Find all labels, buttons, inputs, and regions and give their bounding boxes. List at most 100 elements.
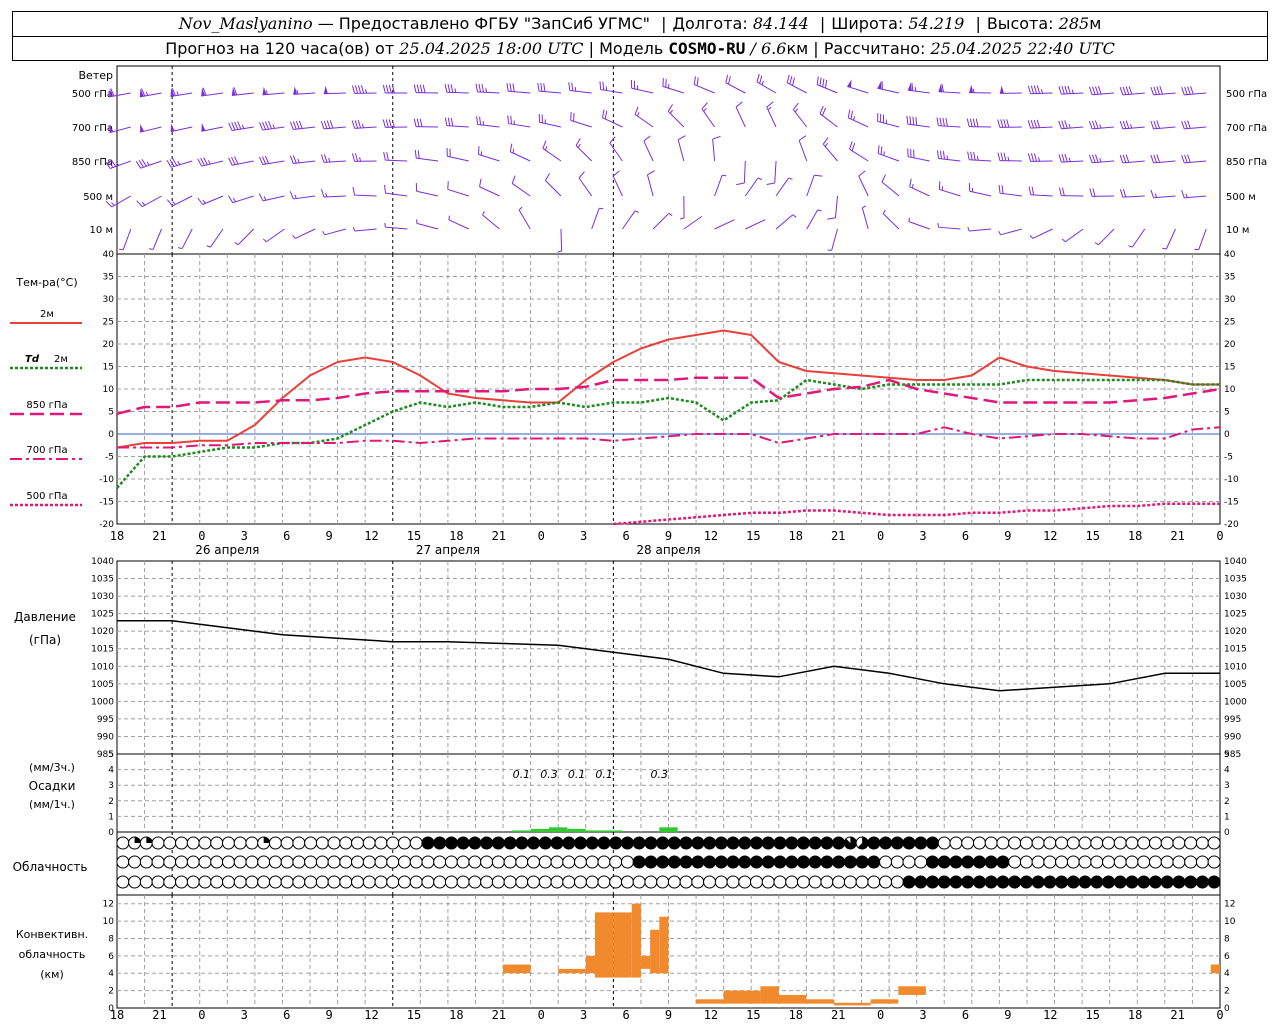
y-tick-right: 0: [1224, 430, 1230, 440]
barb-staff: [908, 221, 930, 230]
y-tick-left: 1010: [91, 662, 114, 672]
barb-feather: [998, 184, 1001, 194]
cloud-cell: [1113, 855, 1127, 869]
barb-feather: [967, 151, 970, 160]
wind-barb: [413, 118, 439, 128]
cloud-circle: [773, 875, 787, 889]
cloud-cell: [926, 875, 940, 889]
barb-staff: [969, 228, 992, 232]
cloud-cell: [1102, 855, 1116, 869]
barb-feather: [354, 120, 359, 129]
barb-staff: [602, 117, 623, 128]
barb-feather: [1181, 154, 1185, 164]
cloud-circle: [362, 875, 376, 889]
time-tick: 3: [580, 529, 587, 543]
barb-half-feather: [294, 194, 297, 199]
barb-staff: [539, 121, 562, 128]
barb-staff: [152, 228, 162, 250]
barb-half-feather: [634, 210, 640, 213]
time-tick: 12: [1043, 529, 1057, 543]
barb-feather: [197, 158, 203, 167]
barb-feather: [1089, 86, 1093, 95]
barb-feather: [479, 178, 482, 187]
barb-staff: [510, 151, 531, 162]
barb-staff: [448, 219, 469, 230]
barb-feather: [357, 119, 362, 129]
barb-staff: [201, 160, 224, 167]
barb-half-feather: [574, 87, 577, 92]
wind-barb: [662, 78, 685, 94]
cloud-fill-full: [515, 837, 528, 849]
barb-half-feather: [365, 89, 368, 94]
barb-staff: [861, 207, 869, 230]
barb-staff: [907, 123, 930, 128]
cloud-fill-full: [856, 856, 869, 868]
barb-feather: [1153, 154, 1158, 163]
barb-feather: [1128, 86, 1133, 95]
wind-barb: [819, 105, 838, 128]
barb-feather: [601, 109, 605, 118]
cloud-circle: [562, 875, 576, 889]
barb-staff: [938, 125, 961, 128]
cloud-cell: [116, 836, 130, 850]
cloud-fill-full: [867, 837, 880, 849]
barb-half-feather: [241, 124, 245, 129]
barb-feather: [258, 156, 264, 165]
barb-half-feather: [976, 156, 979, 161]
cloud-circle: [245, 875, 259, 889]
y-tick-left: -15: [99, 498, 114, 508]
wind-barb: [745, 219, 766, 230]
cloud-circle: [163, 875, 177, 889]
cloud-fill-full: [1208, 876, 1221, 888]
wind-barb: [1027, 153, 1053, 162]
barb-staff: [1184, 92, 1207, 96]
barb-staff: [714, 219, 735, 230]
barb-feather: [1000, 152, 1004, 161]
cloud-cell: [280, 836, 294, 850]
wind-barb: [1027, 119, 1053, 129]
wind-barb: [822, 137, 838, 162]
barb-feather: [511, 175, 516, 184]
cloud-cell: [456, 836, 470, 850]
barb-feather: [798, 135, 807, 141]
cloud-cell: [609, 875, 623, 889]
cloud-cell: [667, 836, 681, 850]
barb-pennant: [999, 85, 1004, 94]
barb-staff: [1092, 126, 1115, 130]
barb-feather: [1187, 154, 1191, 163]
cloud-cell: [597, 875, 611, 889]
cloud-circle: [339, 875, 353, 889]
wind-barb: [936, 117, 961, 128]
barb-staff: [570, 119, 592, 128]
time-tick: 21: [831, 529, 845, 543]
cloud-cell: [597, 855, 611, 869]
cloud-fill-full: [809, 837, 822, 849]
barb-staff: [479, 186, 500, 197]
wind-barb: [166, 158, 193, 168]
wind-barb: [1119, 188, 1145, 198]
barb-half-feather: [1038, 157, 1041, 162]
cloud-cell: [961, 875, 975, 889]
wind-barb: [1028, 186, 1053, 197]
cloud-circle: [656, 875, 670, 889]
cloud-cell: [503, 855, 517, 869]
wind-barb: [414, 149, 439, 162]
cloud-circle: [386, 836, 400, 850]
barb-staff: [756, 81, 777, 94]
barb-feather: [1181, 189, 1185, 199]
barb-staff: [122, 228, 132, 250]
cloud-circle: [245, 855, 259, 869]
cloud-circle: [128, 875, 142, 889]
cloud-circle: [268, 855, 282, 869]
cloud-cell: [937, 836, 951, 850]
cloud-cell: [1184, 875, 1198, 889]
wind-barb: [506, 83, 531, 94]
cloud-circle: [1066, 836, 1080, 850]
barb-feather: [877, 145, 880, 154]
cloud-fill-full: [750, 856, 763, 868]
barb-feather: [386, 152, 389, 161]
cloud-cell: [796, 836, 810, 850]
barb-staff: [446, 125, 469, 128]
time-tick-bottom: 12: [1043, 1008, 1057, 1022]
cloud-cell: [644, 875, 658, 889]
